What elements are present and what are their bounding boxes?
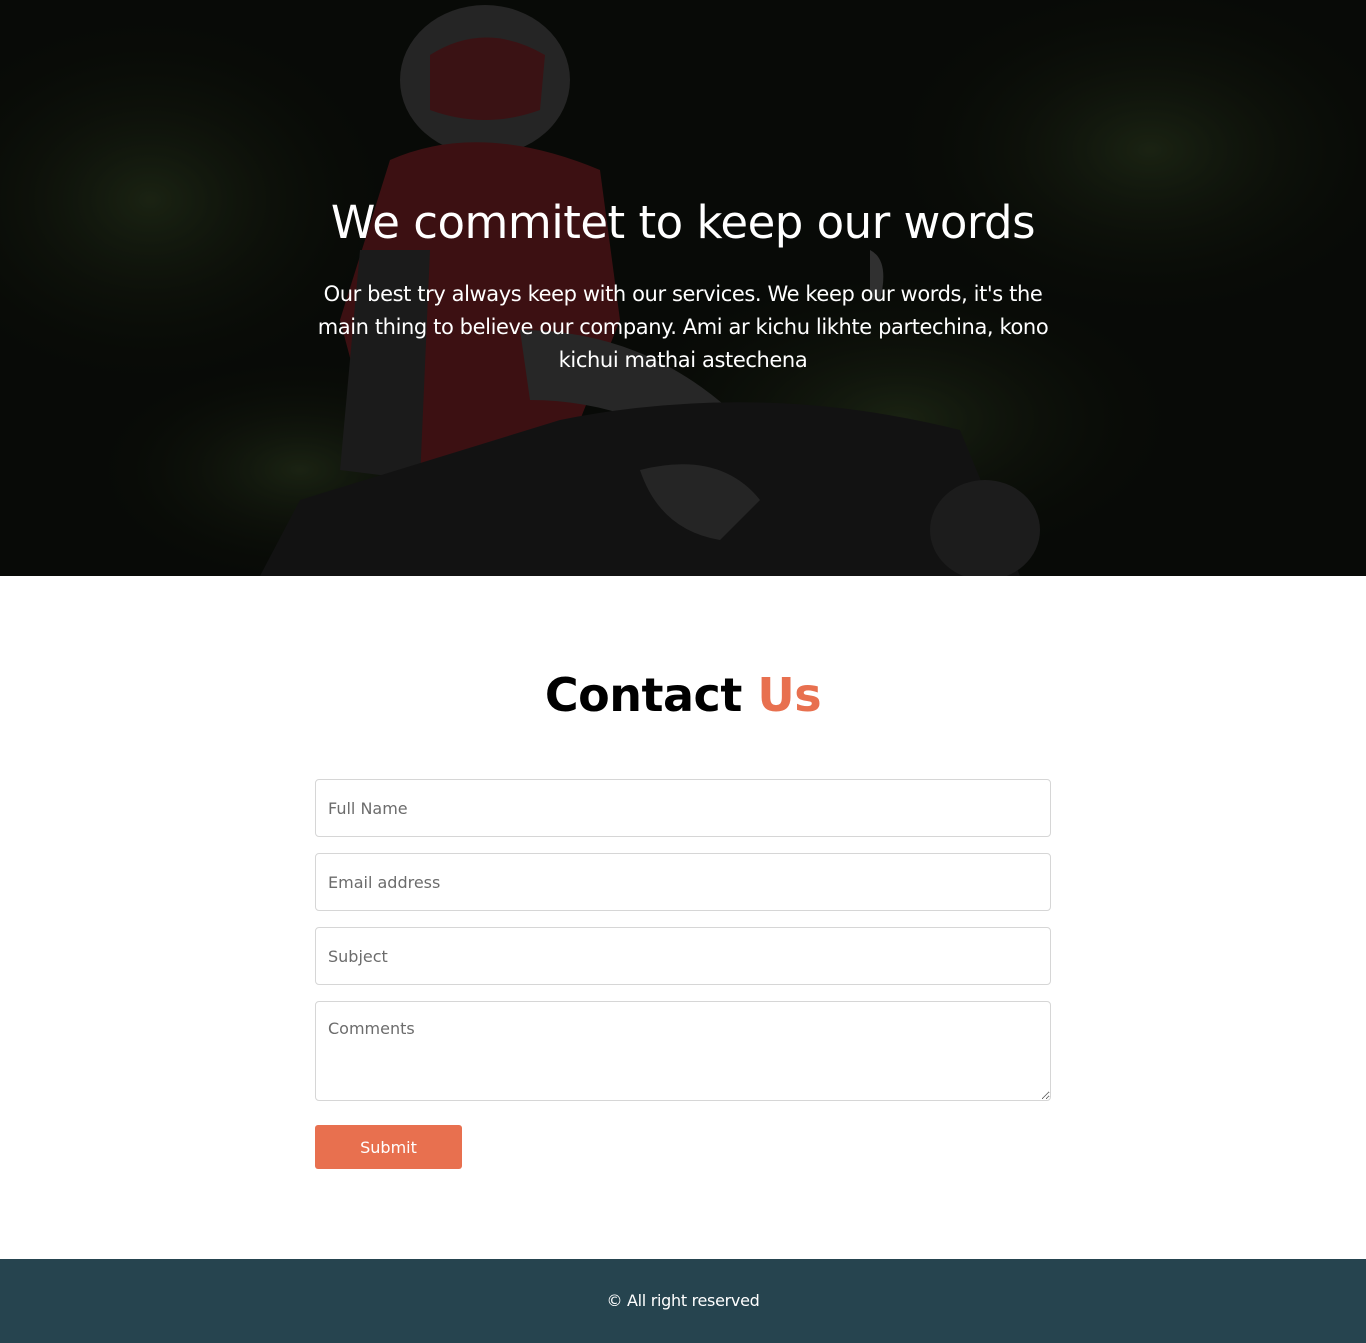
contact-section: Contact Us Submit: [0, 576, 1366, 1259]
comments-textarea[interactable]: [315, 1001, 1051, 1101]
hero-section: We commitet to keep our words Our best t…: [0, 0, 1366, 576]
contact-title-main: Contact: [544, 668, 742, 722]
contact-title-accent: Us: [757, 668, 822, 722]
submit-button[interactable]: Submit: [315, 1125, 462, 1169]
full-name-input[interactable]: [315, 779, 1051, 837]
footer: © All right reserved: [0, 1259, 1366, 1343]
hero-content: We commitet to keep our words Our best t…: [0, 0, 1366, 576]
contact-title: Contact Us: [0, 668, 1366, 722]
footer-copyright: © All right reserved: [606, 1291, 760, 1310]
hero-title: We commitet to keep our words: [330, 196, 1036, 249]
email-input[interactable]: [315, 853, 1051, 911]
subject-input[interactable]: [315, 927, 1051, 985]
hero-description: Our best try always keep with our servic…: [317, 282, 1049, 372]
